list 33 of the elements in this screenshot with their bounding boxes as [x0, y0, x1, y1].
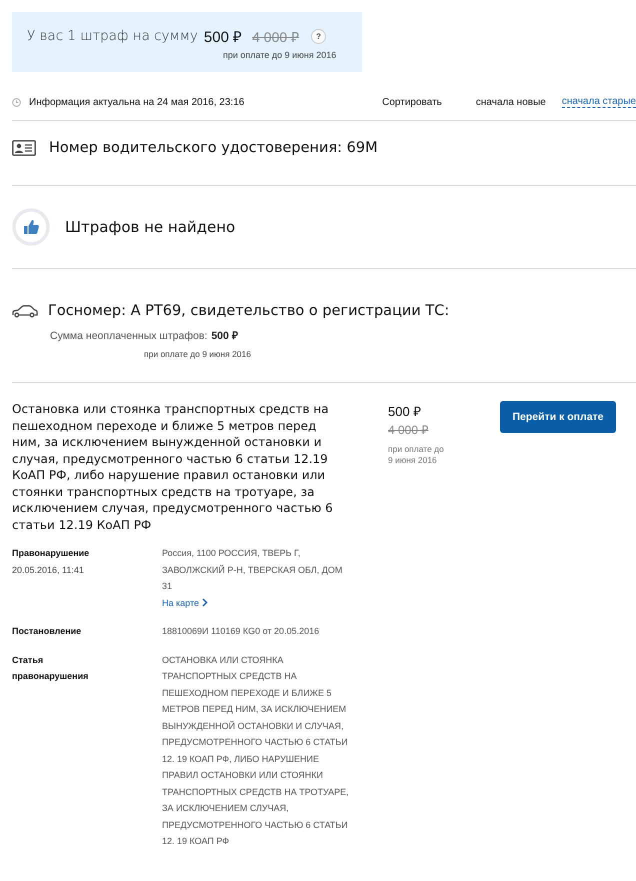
detail-value: Россия, 1100 РОССИЯ, ТВЕРЬ Г, ЗАВОЛЖСКИЙ Р-Н, ТВЕРСКАЯ ОБЛ, ДОМ 31: [162, 547, 344, 593]
empty-message: Штрафов не найдено: [65, 218, 236, 236]
detail-date: 20.05.2016, 11:41: [12, 564, 85, 576]
unpaid-sum-label: Сумма неоплаченных штрафов:: [50, 330, 208, 342]
sort-label: Сортировать: [382, 96, 442, 108]
old-amount: 4 000 ₽: [252, 28, 300, 46]
detail-label: Статья правонарушения: [12, 654, 90, 683]
summary-amount: 500 ₽: [204, 28, 242, 46]
id-card-icon: [12, 140, 36, 156]
payment-note: при оплате до 9 июня 2016: [144, 349, 252, 359]
payment-note: при оплате до 9 июня 2016: [388, 444, 445, 466]
sort-option[interactable]: сначала старые: [562, 96, 636, 108]
old-amount: 4 000 ₽: [388, 422, 430, 438]
detail-value: ОСТАНОВКА ИЛИ СТОЯНКА ТРАНСПОРТНЫХ СРЕДСТВ НА ПЕШЕХОДНОМ ПЕРЕХОДЕ И БЛИЖЕ 5 МЕТРОВ ПЕРЕД НИМ, ЗА ИСКЛЮЧЕНИЕМ ВЫНУЖДЕННОЙ ОСТАНОВКИ И СЛУЧАЯ, ПРЕДУСМОТРЕННОГО ЧАСТЬЮ 6 СТАТЬИ 12. 19 КОАП РФ, ЛИБО НАРУШЕНИЕ ПРАВИЛ ОСТАНОВКИ ИЛИ СТОЯНКИ ТРАНСПОРТНЫХ СРЕДСТВ НА ТРОТУАРЕ, ЗА ИСКЛЮЧЕНИЕМ СЛУЧАЯ, ПРЕДУСМОТРЕННОГО ЧАСТЬЮ 6 СТАТЬИ 12. 19 КОАП РФ: [162, 654, 350, 848]
clock-icon: [12, 98, 21, 106]
thumbs-up-icon: [12, 208, 50, 246]
summary-text: У вас 1 штраф на сумму: [27, 28, 198, 44]
detail-label: Правонарушение: [12, 547, 90, 560]
unpaid-sum: 500 ₽: [211, 330, 238, 342]
chevron-icon: [202, 598, 208, 608]
license-title: Номер водительского удостоверения: 69М: [49, 140, 378, 156]
pay-button[interactable]: Перейти к оплате: [500, 401, 616, 433]
info-text: Информация актуальна на 24 мая 2016, 23:16: [29, 96, 246, 108]
map-link[interactable]: На карте: [162, 594, 208, 611]
car-icon: [12, 304, 38, 318]
payment-note: при оплате до 9 июня 2016: [223, 50, 338, 60]
detail-value: 18810069И 110169 КG0 от 20.05.2016: [162, 625, 320, 638]
sort-option[interactable]: сначала новые: [476, 96, 546, 108]
detail-label: Постановление: [12, 625, 82, 638]
vehicle-title: Госномер: А РТ69, свидетельство о регистрации ТС:: [48, 303, 450, 319]
fine-amount: 500 ₽: [388, 403, 422, 420]
fine-description: Остановка или стоянка транспортных средств на пешеходном переходе и ближе 5 метров перед ним, за исключением вынужденной остановки и случая, предусмотренного частью 6 статьи 12.19 КоАП РФ, либо нарушение правил остановки или стоянки транспортных средств на тротуаре, за исключением случая, предусмотренного частью 6 статьи 12.19 КоАП РФ: [12, 401, 334, 533]
help-button[interactable]: ?: [311, 28, 326, 44]
